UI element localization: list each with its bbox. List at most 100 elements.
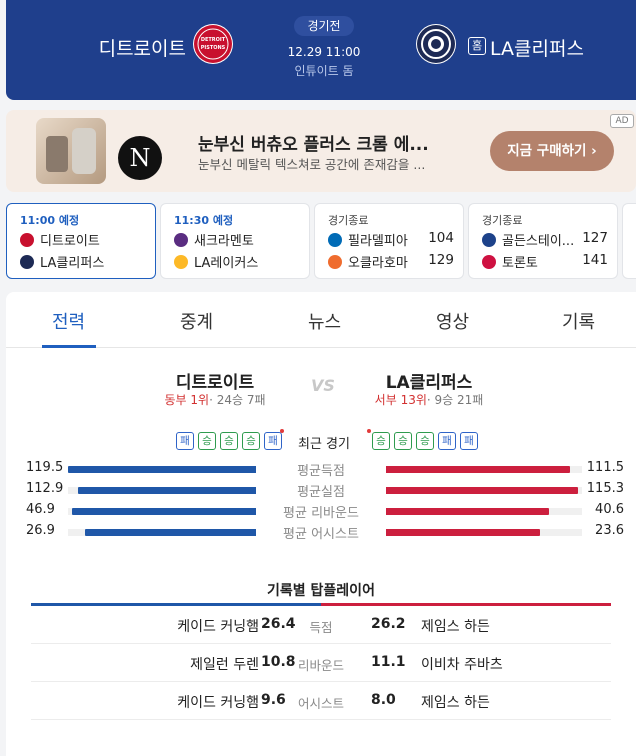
form-result-badge: 패 [438,432,456,450]
game-card-status: 경기종료 [482,214,523,227]
game-card[interactable]: 경기종료 필라델피아 104 오클라호마 129 [314,203,464,279]
recent-games-label: 최근 경기 [298,437,350,452]
clippers-logo-icon[interactable] [416,24,456,64]
home-stat-bar [374,487,578,494]
home-badge: 홈 [468,37,486,55]
game-card[interactable]: 11:00 예정 디트로이트 LA클리퍼스 [6,203,156,279]
svg-text:PISTONS: PISTONS [201,45,226,51]
team-score: 127 [582,230,608,246]
away-stat-track [68,529,276,536]
stat-category: 리바운드 [297,658,344,673]
ad-product-image[interactable] [36,118,106,184]
home-stat-value: 111.5 [586,460,624,475]
tab-lineup[interactable]: 전력 [52,308,85,334]
form-result-badge: 승 [416,432,434,450]
stat-row: 112.9 평균실점 115.3 [6,481,636,501]
raptors-logo-icon [482,255,496,269]
team-name: 토론토 [502,256,538,271]
form-result-badge: 승 [372,432,390,450]
away-stat-bar [78,487,276,494]
away-team-title: 디트로이트 [175,373,255,393]
stat-row: 119.5 평균득점 111.5 [6,460,636,480]
kings-logo-icon [174,233,188,247]
vs-label: VS [311,376,335,395]
game-card[interactable]: 11:30 예정 새크라멘토 LA레이커스 [160,203,310,279]
home-player-name[interactable]: 제임스 하든 [421,616,490,636]
top-player-row[interactable]: 케이드 커닝햄 26.4 득점 26.2 제임스 하든 [31,606,611,644]
away-player-name[interactable]: 제일런 두렌 [190,654,259,674]
home-stat-bar [374,508,549,515]
form-result-badge: 승 [220,432,238,450]
tab-news[interactable]: 뉴스 [308,308,341,334]
home-stat-value: 40.6 [595,502,624,517]
lakers-logo-icon [174,255,188,269]
home-player-value: 26.2 [371,616,406,632]
team-score: 129 [428,252,454,268]
form-result-badge: 승 [242,432,260,450]
away-player-name[interactable]: 케이드 커닝햄 [177,692,259,712]
nespresso-logo-icon: N [118,136,162,180]
ad-banner[interactable]: N 눈부신 버츄오 플러스 크롬 에... 눈부신 메탈릭 텍스쳐로 공간에 존… [6,110,636,192]
away-stat-value: 46.9 [26,502,55,517]
home-stat-track [374,529,582,536]
game-status-badge: 경기전 [294,16,354,36]
tab-broadcast[interactable]: 중계 [180,308,213,334]
buy-now-button[interactable]: 지금 구매하기 › [490,131,614,171]
game-time: 12.29 11:00 [287,45,361,59]
form-result-badge: 패 [264,432,282,450]
tab-records[interactable]: 기록 [562,308,595,334]
top-player-row[interactable]: 제일런 두렌 10.8 리바운드 11.1 이비차 주바츠 [31,644,611,682]
clippers-logo-icon [20,255,34,269]
form-result-badge: 승 [198,432,216,450]
team-name: 골든스테이... [502,234,575,249]
away-stat-bar [72,508,276,515]
away-team-name[interactable]: 디트로이트 [99,34,186,61]
home-player-name[interactable]: 이비차 주바츠 [421,654,503,674]
stat-category: 어시스트 [297,696,344,711]
top-players-title: 기록별 탑플레이어 [267,583,375,599]
home-player-name[interactable]: 제임스 하든 [421,692,490,712]
stat-category: 득점 [309,620,333,635]
home-team-name[interactable]: LA클리퍼스 [490,34,584,61]
76ers-logo-icon [328,233,342,247]
ad-title[interactable]: 눈부신 버츄오 플러스 크롬 에... [198,130,429,155]
stat-row: 26.9 평균 어시스트 23.6 [6,523,636,543]
game-card-next[interactable] [622,203,636,279]
game-card-status: 11:00 예정 [20,214,80,227]
away-stat-value: 112.9 [26,481,64,496]
thunder-logo-icon [328,255,342,269]
stat-label: 평균 어시스트 [256,523,386,542]
game-card-status: 11:30 예정 [174,214,234,227]
latest-game-dot [367,429,372,433]
top-player-row[interactable]: 케이드 커닝햄 9.6 어시스트 8.0 제임스 하든 [31,682,611,720]
stat-row: 46.9 평균 리바운드 40.6 [6,502,636,522]
match-header: 디트로이트 DETROIT PISTONS 경기전 12.29 11:00 인튜… [6,0,636,100]
ad-tag[interactable]: AD [610,114,634,128]
away-stat-bar [84,529,276,536]
pistons-logo-icon[interactable]: DETROIT PISTONS [193,24,233,64]
form-result-badge: 승 [394,432,412,450]
away-stat-value: 26.9 [26,523,55,538]
away-stat-value: 119.5 [26,460,64,475]
stat-label: 평균득점 [256,460,386,479]
team-name: LA레이커스 [194,256,259,271]
home-stat-track [374,466,582,473]
form-result-badge: 패 [176,432,194,450]
home-conference: 서부 [374,393,397,407]
home-stat-value: 115.3 [586,481,624,496]
home-team-title: LA클리퍼스 [385,373,473,393]
away-stat-track [68,466,276,473]
team-name: 디트로이트 [40,234,100,249]
home-stat-bar [374,466,570,473]
away-player-name[interactable]: 케이드 커닝햄 [177,616,259,636]
main-panel: 전력 중계 뉴스 영상 기록 디트로이트 동부 1위· 24승 7패 VS LA… [6,292,636,756]
stat-label: 평균실점 [256,481,386,500]
team-name: LA클리퍼스 [40,256,105,271]
tab-video[interactable]: 영상 [436,308,469,334]
team-name: 새크라멘토 [194,234,254,249]
home-rank: 13위 [400,393,427,407]
game-card[interactable]: 경기종료 골든스테이... 127 토론토 141 [468,203,618,279]
team-name: 필라델피아 [348,234,408,249]
home-stat-track [374,508,582,515]
away-stat-track [68,487,276,494]
